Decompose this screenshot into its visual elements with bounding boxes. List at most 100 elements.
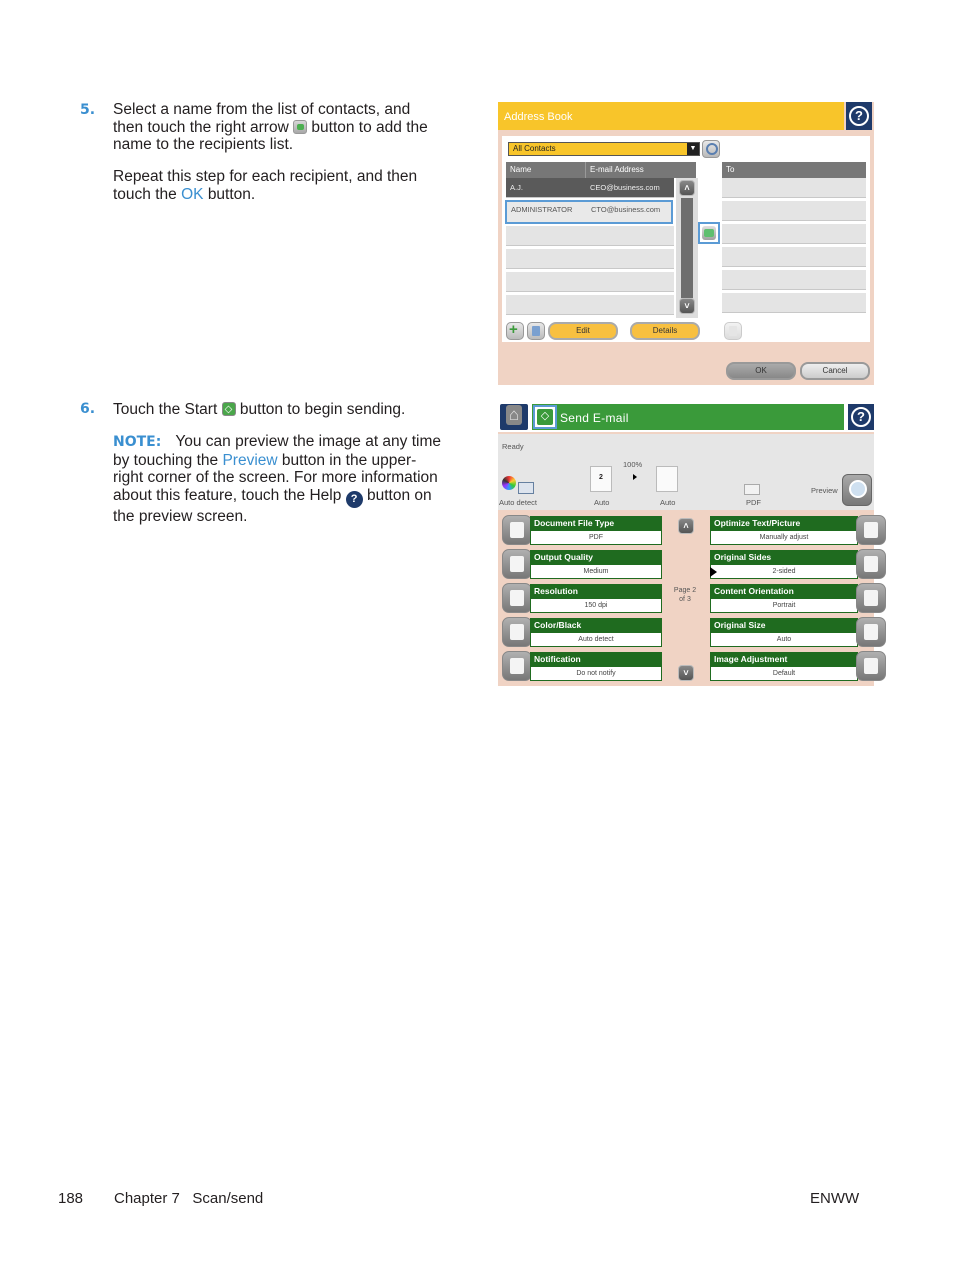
recipient-row[interactable]	[722, 270, 866, 290]
address-book-title: Address Book	[498, 102, 844, 130]
option-title: Image Adjustment	[710, 652, 858, 667]
sides-icon	[856, 549, 886, 579]
contact-name: ADMINISTRATOR	[511, 205, 573, 214]
document-icon	[502, 515, 532, 545]
option-title: Resolution	[530, 584, 662, 599]
question-mark-icon: ?	[849, 106, 869, 126]
option-title: Optimize Text/Picture	[710, 516, 858, 531]
envelope-icon	[744, 484, 760, 495]
option-original-sides[interactable]: Original Sides 2-sided	[710, 546, 886, 579]
recipient-row[interactable]	[722, 178, 866, 198]
page-down-button[interactable]: ˅	[678, 665, 694, 681]
scroll-down-button[interactable]: ˅	[679, 298, 695, 314]
preview-button[interactable]	[842, 474, 872, 506]
option-optimize-text-picture[interactable]: Optimize Text/Picture Manually adjust	[710, 512, 886, 545]
help-icon: ?	[345, 490, 363, 508]
start-icon: ◇	[537, 409, 553, 425]
step-number: 6.	[80, 401, 96, 417]
contact-row-empty[interactable]	[506, 249, 674, 269]
title-bar: Send E-mail ◇ ?	[498, 402, 874, 432]
option-value: Auto detect	[530, 633, 662, 647]
right-arrow-icon	[704, 229, 714, 237]
option-resolution[interactable]: Resolution 150 dpi	[498, 580, 662, 613]
contact-row-empty[interactable]	[506, 272, 674, 292]
contacts-filter-dropdown[interactable]: All Contacts ▼	[508, 142, 700, 156]
recipient-row[interactable]	[722, 247, 866, 267]
contacts-scrollbar[interactable]: ˄ ˅	[676, 178, 698, 318]
page-indicator-line: Page 2	[673, 587, 697, 594]
color-icon	[502, 617, 532, 647]
arrow-right-icon	[633, 474, 637, 480]
remove-recipient-button[interactable]	[724, 322, 742, 340]
recipient-row[interactable]	[722, 293, 866, 313]
cancel-button[interactable]: Cancel	[800, 362, 870, 380]
page-indicator-line: of 3	[679, 596, 691, 603]
copies-page-icon: 2	[590, 466, 612, 492]
option-image-adjustment[interactable]: Image Adjustment Default	[710, 648, 886, 681]
doc-code: ENWW	[810, 1190, 860, 1207]
image-adjust-icon	[856, 651, 886, 681]
status-area: Ready Auto detect 2 Auto 100% Auto PDF P…	[498, 434, 874, 510]
page-up-button[interactable]: ˄	[678, 518, 694, 534]
trash-icon	[729, 326, 737, 336]
color-mode-label: Auto detect	[499, 498, 537, 507]
right-arrow-icon	[293, 119, 308, 134]
search-button[interactable]	[702, 140, 720, 158]
option-title: Original Sides	[710, 550, 858, 565]
start-button[interactable]: ◇	[533, 405, 557, 429]
copies-label: Auto	[594, 498, 610, 507]
ok-button[interactable]: OK	[726, 362, 796, 380]
zoom-level: 100%	[623, 460, 643, 469]
edit-button[interactable]: Edit	[548, 322, 618, 340]
step-text: Touch the Start	[113, 401, 218, 418]
scroll-thumb[interactable]	[681, 198, 693, 298]
option-content-orientation[interactable]: Content Orientation Portrait	[710, 580, 886, 613]
notification-icon	[502, 651, 532, 681]
recipient-row[interactable]	[722, 224, 866, 244]
question-mark-icon: ?	[851, 407, 871, 427]
contact-row[interactable]: A.J. CEO@business.com	[506, 178, 674, 198]
recipient-row[interactable]	[722, 201, 866, 221]
orientation-icon	[856, 583, 886, 613]
option-title: Content Orientation	[710, 584, 858, 599]
details-button[interactable]: Details	[630, 322, 700, 340]
step-number: 5.	[80, 102, 96, 118]
option-value: Default	[710, 667, 858, 681]
help-button[interactable]: ?	[846, 102, 872, 130]
format-label: PDF	[746, 498, 761, 507]
contact-row-empty[interactable]	[506, 226, 674, 246]
resolution-icon	[502, 583, 532, 613]
option-title: Output Quality	[530, 550, 662, 565]
option-color-black[interactable]: Color/Black Auto detect	[498, 614, 662, 647]
preview-link[interactable]: Preview	[222, 452, 277, 469]
contact-email: CEO@business.com	[590, 183, 660, 192]
text-picture-icon	[856, 515, 886, 545]
preview-label: Preview	[811, 486, 838, 495]
plus-icon: +	[509, 321, 518, 338]
page-indicator: Page 2 of 3	[670, 586, 700, 604]
ok-link[interactable]: OK	[181, 186, 203, 203]
step-6-text: Touch the Start button to begin sending.	[113, 401, 443, 419]
option-output-quality[interactable]: Output Quality Medium	[498, 546, 662, 579]
size-icon	[856, 617, 886, 647]
step-text: Repeat this step for each recipient, and…	[113, 168, 418, 203]
column-header-to: To	[722, 162, 866, 178]
option-document-file-type[interactable]: Document File Type PDF	[498, 512, 662, 545]
option-value: Manually adjust	[710, 531, 858, 545]
add-recipient-arrow-button[interactable]	[698, 222, 720, 244]
option-notification[interactable]: Notification Do not notify	[498, 648, 662, 681]
trash-icon	[532, 326, 540, 336]
output-label: Auto	[660, 498, 676, 507]
scroll-up-button[interactable]: ˄	[679, 180, 695, 196]
home-button[interactable]	[500, 404, 528, 430]
option-original-size[interactable]: Original Size Auto	[710, 614, 886, 647]
output-page-icon	[656, 466, 678, 492]
contact-row-empty[interactable]	[506, 295, 674, 315]
add-contact-button[interactable]: +	[506, 321, 524, 340]
option-title: Document File Type	[530, 516, 662, 531]
delete-contact-button[interactable]	[527, 322, 545, 340]
contact-row-selected[interactable]: ADMINISTRATOR CTO@business.com	[505, 200, 673, 224]
address-book-panel: All Contacts ▼ Name E-mail Address To A.…	[502, 136, 870, 342]
help-button[interactable]: ?	[848, 404, 874, 430]
option-value: Do not notify	[530, 667, 662, 681]
